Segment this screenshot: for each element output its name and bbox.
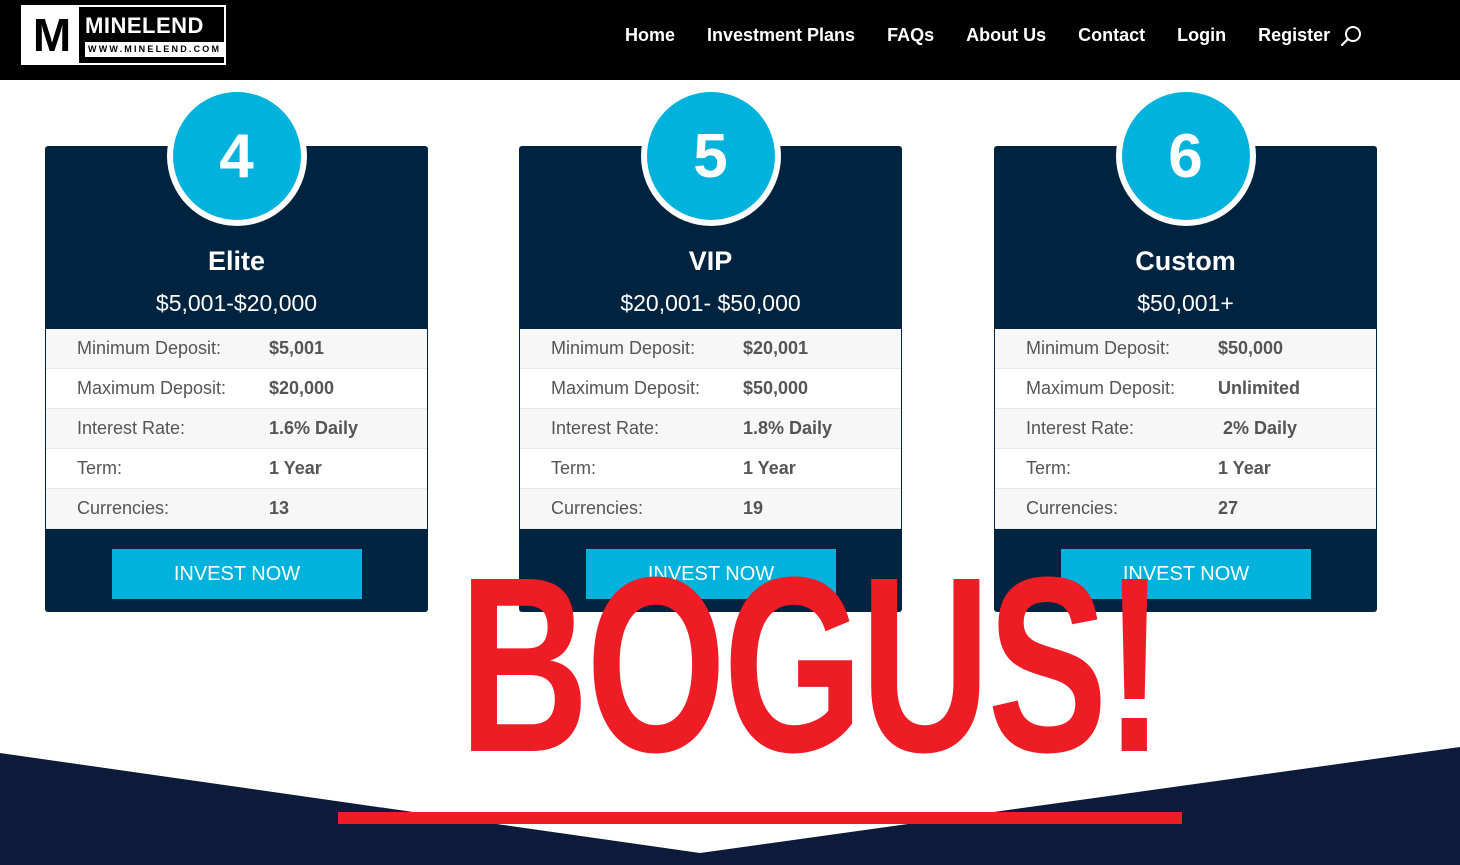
plan-name: Custom	[1135, 246, 1236, 276]
plan-number-badge: 5	[640, 86, 781, 226]
plan-range: $50,001+	[1137, 290, 1234, 316]
nav-investment-plans[interactable]: Investment Plans	[707, 22, 855, 48]
plan-name: VIP	[688, 246, 733, 276]
plan-row-minimum-deposit: Minimum Deposit: $50,000	[995, 329, 1376, 369]
row-label: Minimum Deposit:	[551, 338, 696, 358]
row-value: 27	[1218, 498, 1239, 518]
nav-login[interactable]: Login	[1177, 22, 1226, 48]
plan-number: 4	[219, 121, 254, 191]
row-value: 19	[743, 498, 764, 518]
row-value: 13	[269, 498, 290, 518]
plan-number-badge: 4	[166, 86, 307, 226]
main-nav: Home Investment Plans FAQs About Us Cont…	[625, 22, 1362, 48]
plan-row-maximum-deposit: Maximum Deposit: Unlimited	[995, 369, 1376, 409]
nav-about-us[interactable]: About Us	[966, 22, 1046, 48]
row-label: Currencies:	[551, 498, 644, 518]
row-value: $50,000	[743, 378, 809, 398]
row-label: Term:	[551, 458, 596, 478]
row-label: Maximum Deposit:	[551, 378, 701, 398]
row-value: 1.8% Daily	[743, 418, 833, 438]
plan-row-currencies: Currencies: 13	[46, 489, 427, 529]
plan-number: 5	[693, 121, 728, 191]
row-value: 1 Year	[743, 458, 796, 478]
row-value: 1 Year	[269, 458, 322, 478]
logo-text: MINELEND WWW.MINELEND.COM	[79, 7, 224, 63]
row-label: Currencies:	[77, 498, 170, 518]
row-value: $20,001	[743, 338, 809, 358]
bogus-underline	[338, 812, 1182, 824]
nav-faqs[interactable]: FAQs	[887, 22, 934, 48]
plan-card-elite: 4 Elite $5,001-$20,000 Minimum Deposit: $…	[45, 86, 428, 612]
bogus-overlay-text: BOGUS!	[459, 525, 1165, 804]
row-label: Maximum Deposit:	[1026, 378, 1176, 398]
plan-number: 6	[1168, 121, 1203, 191]
invest-now-button[interactable]: INVEST NOW	[112, 549, 362, 599]
row-value: 2% Daily	[1218, 418, 1298, 438]
logo-mark: M	[23, 7, 79, 63]
nav-contact[interactable]: Contact	[1078, 22, 1145, 48]
row-value: $20,000	[269, 378, 335, 398]
plan-row-interest-rate: Interest Rate: 1.8% Daily	[520, 409, 901, 449]
plan-row-interest-rate: Interest Rate: 2% Daily	[995, 409, 1376, 449]
row-value: 1.6% Daily	[269, 418, 359, 438]
plan-details: Minimum Deposit: $20,001 Maximum Deposit:…	[520, 329, 901, 529]
plan-range: $20,001- $50,000	[620, 290, 801, 316]
plan-details: Minimum Deposit: $50,000 Maximum Deposit:…	[995, 329, 1376, 529]
site-logo[interactable]: M MINELEND WWW.MINELEND.COM	[21, 5, 226, 65]
search-icon[interactable]	[1341, 25, 1363, 47]
row-value: $5,001	[269, 338, 325, 358]
logo-mark-letter: M	[32, 9, 71, 61]
nav-register[interactable]: Register	[1258, 22, 1330, 48]
logo-name: MINELEND	[85, 12, 204, 38]
row-label: Minimum Deposit:	[77, 338, 222, 358]
row-label: Minimum Deposit:	[1026, 338, 1171, 358]
row-label: Term:	[77, 458, 122, 478]
row-label: Interest Rate:	[77, 418, 186, 438]
row-label: Term:	[1026, 458, 1071, 478]
row-label: Maximum Deposit:	[77, 378, 227, 398]
plan-row-minimum-deposit: Minimum Deposit: $20,001	[520, 329, 901, 369]
plan-number-badge: 6	[1115, 86, 1256, 226]
plan-row-term: Term: 1 Year	[520, 449, 901, 489]
logo-url: WWW.MINELEND.COM	[85, 41, 224, 57]
row-value: 1 Year	[1218, 458, 1271, 478]
plan-details: Minimum Deposit: $5,001 Maximum Deposit: $…	[46, 329, 427, 529]
plan-row-term: Term: 1 Year	[995, 449, 1376, 489]
row-value: Unlimited	[1218, 378, 1301, 398]
row-label: Currencies:	[1026, 498, 1119, 518]
plan-row-minimum-deposit: Minimum Deposit: $5,001	[46, 329, 427, 369]
plan-range: $5,001-$20,000	[155, 290, 318, 316]
row-label: Interest Rate:	[1026, 418, 1135, 438]
plan-row-maximum-deposit: Maximum Deposit: $50,000	[520, 369, 901, 409]
row-label: Interest Rate:	[551, 418, 660, 438]
plan-row-maximum-deposit: Maximum Deposit: $20,000	[46, 369, 427, 409]
plan-row-interest-rate: Interest Rate: 1.6% Daily	[46, 409, 427, 449]
plan-name: Elite	[207, 246, 266, 276]
nav-home[interactable]: Home	[625, 22, 675, 48]
row-value: $50,000	[1218, 338, 1284, 358]
plan-row-term: Term: 1 Year	[46, 449, 427, 489]
navbar: M MINELEND WWW.MINELEND.COM Home Investm…	[0, 0, 1460, 80]
